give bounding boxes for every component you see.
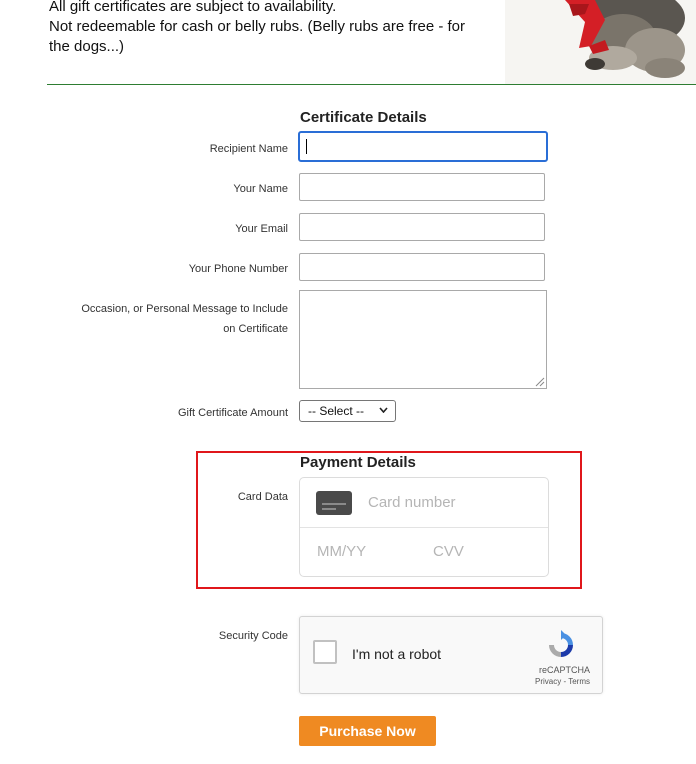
recaptcha-privacy-terms[interactable]: Privacy - Terms — [535, 677, 590, 686]
your-name-input[interactable] — [299, 173, 545, 201]
message-label: Occasion, or Personal Message to Include… — [81, 299, 288, 339]
gift-certificate-page: All gift certificates are subject to ava… — [0, 0, 696, 764]
security-code-label: Security Code — [218, 630, 288, 642]
intro-line-1: All gift certificates are subject to ava… — [49, 0, 337, 15]
recipient-name-label: Recipient Name — [209, 143, 288, 155]
recaptcha-logo-icon — [549, 630, 573, 657]
recipient-name-input[interactable] — [298, 131, 548, 162]
message-textarea[interactable] — [299, 290, 547, 389]
card-icon — [316, 491, 352, 515]
intro-line-2: Not redeemable for cash or belly rubs. (… — [49, 18, 466, 35]
amount-select[interactable]: -- Select -- — [299, 400, 396, 422]
certificate-details-title: Certificate Details — [300, 109, 427, 126]
text-caret — [306, 139, 307, 154]
phone-label: Your Phone Number — [188, 263, 288, 275]
chevron-down-icon — [379, 407, 388, 413]
card-separator — [300, 527, 548, 528]
message-label-line-1: Occasion, or Personal Message to Include — [81, 303, 288, 315]
card-data-frame: Card number MM/YY CVV — [299, 477, 549, 577]
expiry-input[interactable]: MM/YY — [317, 543, 366, 560]
dog-photo — [505, 0, 696, 84]
card-number-input[interactable]: Card number — [368, 494, 456, 511]
amount-select-value: -- Select -- — [308, 404, 365, 418]
resize-grip-icon[interactable] — [533, 375, 545, 387]
section-divider — [47, 84, 696, 85]
your-name-label: Your Name — [233, 183, 288, 195]
your-email-input[interactable] — [299, 213, 545, 241]
recaptcha-label: I'm not a robot — [352, 646, 442, 662]
purchase-now-button[interactable]: Purchase Now — [299, 716, 436, 746]
recaptcha-widget: I'm not a robot reCAPTCHA Privacy - Term… — [299, 616, 603, 694]
phone-input[interactable] — [299, 253, 545, 281]
message-label-line-2: on Certificate — [223, 323, 288, 335]
amount-label: Gift Certificate Amount — [177, 407, 288, 419]
intro-line-3: the dogs...) — [49, 38, 125, 55]
intro-text: All gift certificates are subject to ava… — [49, 0, 509, 57]
recaptcha-brand: reCAPTCHA — [538, 665, 590, 675]
payment-details-title: Payment Details — [300, 454, 416, 471]
recaptcha-checkbox[interactable] — [313, 640, 337, 664]
your-email-label: Your Email — [235, 223, 288, 235]
cvv-input[interactable]: CVV — [433, 543, 464, 560]
card-data-label: Card Data — [237, 491, 288, 503]
